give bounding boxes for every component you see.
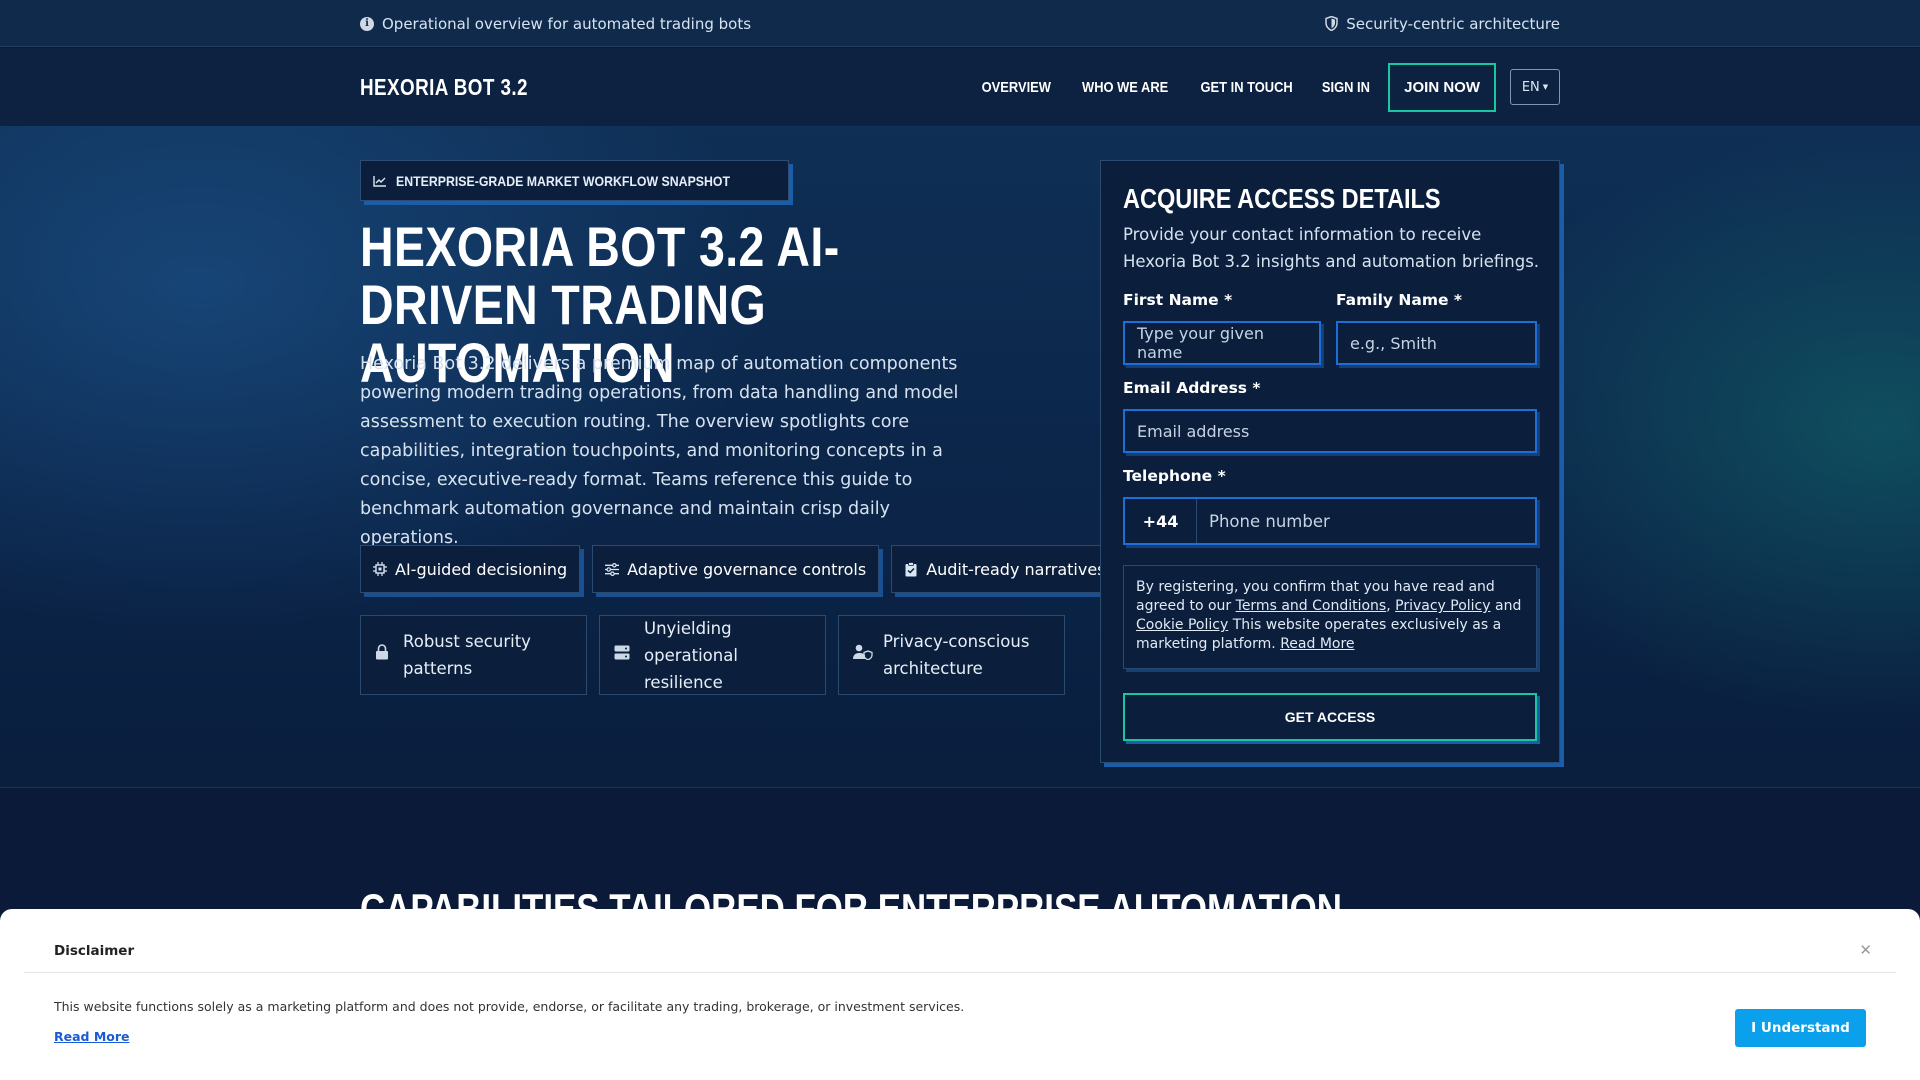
- family-name-field[interactable]: e.g., Smith: [1336, 321, 1537, 365]
- access-form-panel: ACQUIRE ACCESS DETAILS Provide your cont…: [1100, 160, 1560, 763]
- first-name-label: First Name *: [1123, 291, 1233, 309]
- chip-audit-narratives: Audit-ready narratives: [891, 545, 1119, 593]
- lock-icon: [375, 642, 389, 669]
- main-navigation: HEXORIA BOT 3.2 OVERVIEW WHO WE ARE GET …: [0, 48, 1920, 126]
- server-icon: [614, 642, 630, 669]
- language-label: EN: [1521, 79, 1540, 95]
- telephone-field: +44 Phone number: [1123, 497, 1537, 545]
- language-selector[interactable]: EN ▼: [1510, 69, 1560, 105]
- chart-line-icon: [373, 175, 386, 187]
- clipboard-check-icon: [904, 561, 918, 576]
- top-info-bar: i Operational overview for automated tra…: [0, 0, 1920, 47]
- feature-cards: Robust security patterns Unyielding oper…: [360, 615, 1065, 695]
- nav-link-get-in-touch[interactable]: GET IN TOUCH: [1201, 79, 1293, 96]
- nav-link-who-we-are[interactable]: WHO WE ARE: [1082, 79, 1168, 96]
- disclaimer-title: Disclaimer: [54, 943, 135, 959]
- get-access-label: GET ACCESS: [1284, 709, 1376, 725]
- card-label: Robust security patterns: [403, 632, 531, 678]
- user-shield-icon: [853, 642, 873, 669]
- join-now-button[interactable]: JOIN NOW: [1388, 62, 1496, 112]
- form-description: Provide your contact information to rece…: [1123, 225, 1540, 271]
- card-operational-resilience: Unyielding operational resilience: [599, 615, 826, 695]
- form-title: ACQUIRE ACCESS DETAILS: [1123, 183, 1441, 214]
- consent-notice: By registering, you confirm that you hav…: [1123, 565, 1537, 669]
- telephone-label: Telephone *: [1123, 467, 1226, 485]
- disclaimer-read-more-link[interactable]: Read More: [54, 1029, 130, 1044]
- card-privacy-architecture: Privacy-conscious architecture: [838, 615, 1065, 695]
- hero-badge-label: ENTERPRISE-GRADE MARKET WORKFLOW SNAPSHO…: [396, 172, 731, 189]
- join-now-label: JOIN NOW: [1404, 78, 1480, 96]
- get-access-button[interactable]: GET ACCESS: [1123, 693, 1537, 741]
- privacy-link[interactable]: Privacy Policy: [1395, 598, 1490, 614]
- cookie-policy-link[interactable]: Cookie Policy: [1136, 617, 1228, 633]
- country-code-selector[interactable]: +44: [1125, 499, 1197, 543]
- card-label: Privacy-conscious architecture: [883, 632, 1030, 678]
- nav-link-sign-in[interactable]: SIGN IN: [1322, 79, 1370, 96]
- first-name-field[interactable]: Type your given name: [1123, 321, 1321, 365]
- card-security-patterns: Robust security patterns: [360, 615, 587, 695]
- chip-label: Adaptive governance controls: [627, 559, 867, 579]
- chevron-down-icon: ▼: [1542, 83, 1549, 91]
- nav-link-overview[interactable]: OVERVIEW: [982, 79, 1051, 96]
- sliders-icon: [605, 562, 620, 576]
- chip-ai-decisioning: AI-guided decisioning: [360, 545, 581, 593]
- topbar-left: i Operational overview for automated tra…: [360, 15, 751, 33]
- chip-governance-controls: Adaptive governance controls: [592, 545, 880, 593]
- phone-number-input[interactable]: Phone number: [1197, 499, 1535, 543]
- disclaimer-text: This website functions solely as a marke…: [54, 999, 965, 1014]
- email-label: Email Address *: [1123, 379, 1261, 397]
- chip-label: AI-guided decisioning: [395, 559, 568, 579]
- chip-icon: [373, 562, 387, 576]
- i-understand-button[interactable]: I Understand: [1735, 1009, 1866, 1047]
- nav-links: OVERVIEW WHO WE ARE GET IN TOUCH SIGN IN…: [958, 62, 1560, 112]
- hero-badge: ENTERPRISE-GRADE MARKET WORKFLOW SNAPSHO…: [360, 160, 789, 201]
- terms-link[interactable]: Terms and Conditions: [1236, 598, 1387, 614]
- info-icon: i: [360, 16, 374, 31]
- hero-description: Hexoria Bot 3.2 delivers a premium map o…: [360, 354, 959, 548]
- disclaimer-banner: Disclaimer ✕ This website functions sole…: [0, 909, 1920, 1080]
- feature-chips: AI-guided decisioning Adaptive governanc…: [360, 545, 1119, 593]
- disclaimer-divider: [24, 972, 1896, 973]
- email-field[interactable]: Email address: [1123, 409, 1537, 453]
- chip-label: Audit-ready narratives: [926, 559, 1106, 579]
- family-name-label: Family Name *: [1336, 291, 1463, 309]
- card-label: Unyielding operational resilience: [644, 618, 738, 692]
- topbar-right: Security-centric architecture: [1325, 15, 1560, 33]
- shield-icon: [1325, 16, 1339, 31]
- topbar-left-text: Operational overview for automated tradi…: [382, 14, 752, 33]
- consent-and: and: [1495, 598, 1522, 614]
- topbar-right-text: Security-centric architecture: [1346, 14, 1560, 33]
- close-icon[interactable]: ✕: [1859, 941, 1872, 959]
- brand-logo[interactable]: HEXORIA BOT 3.2: [360, 74, 528, 101]
- consent-read-more-link[interactable]: Read More: [1280, 636, 1354, 652]
